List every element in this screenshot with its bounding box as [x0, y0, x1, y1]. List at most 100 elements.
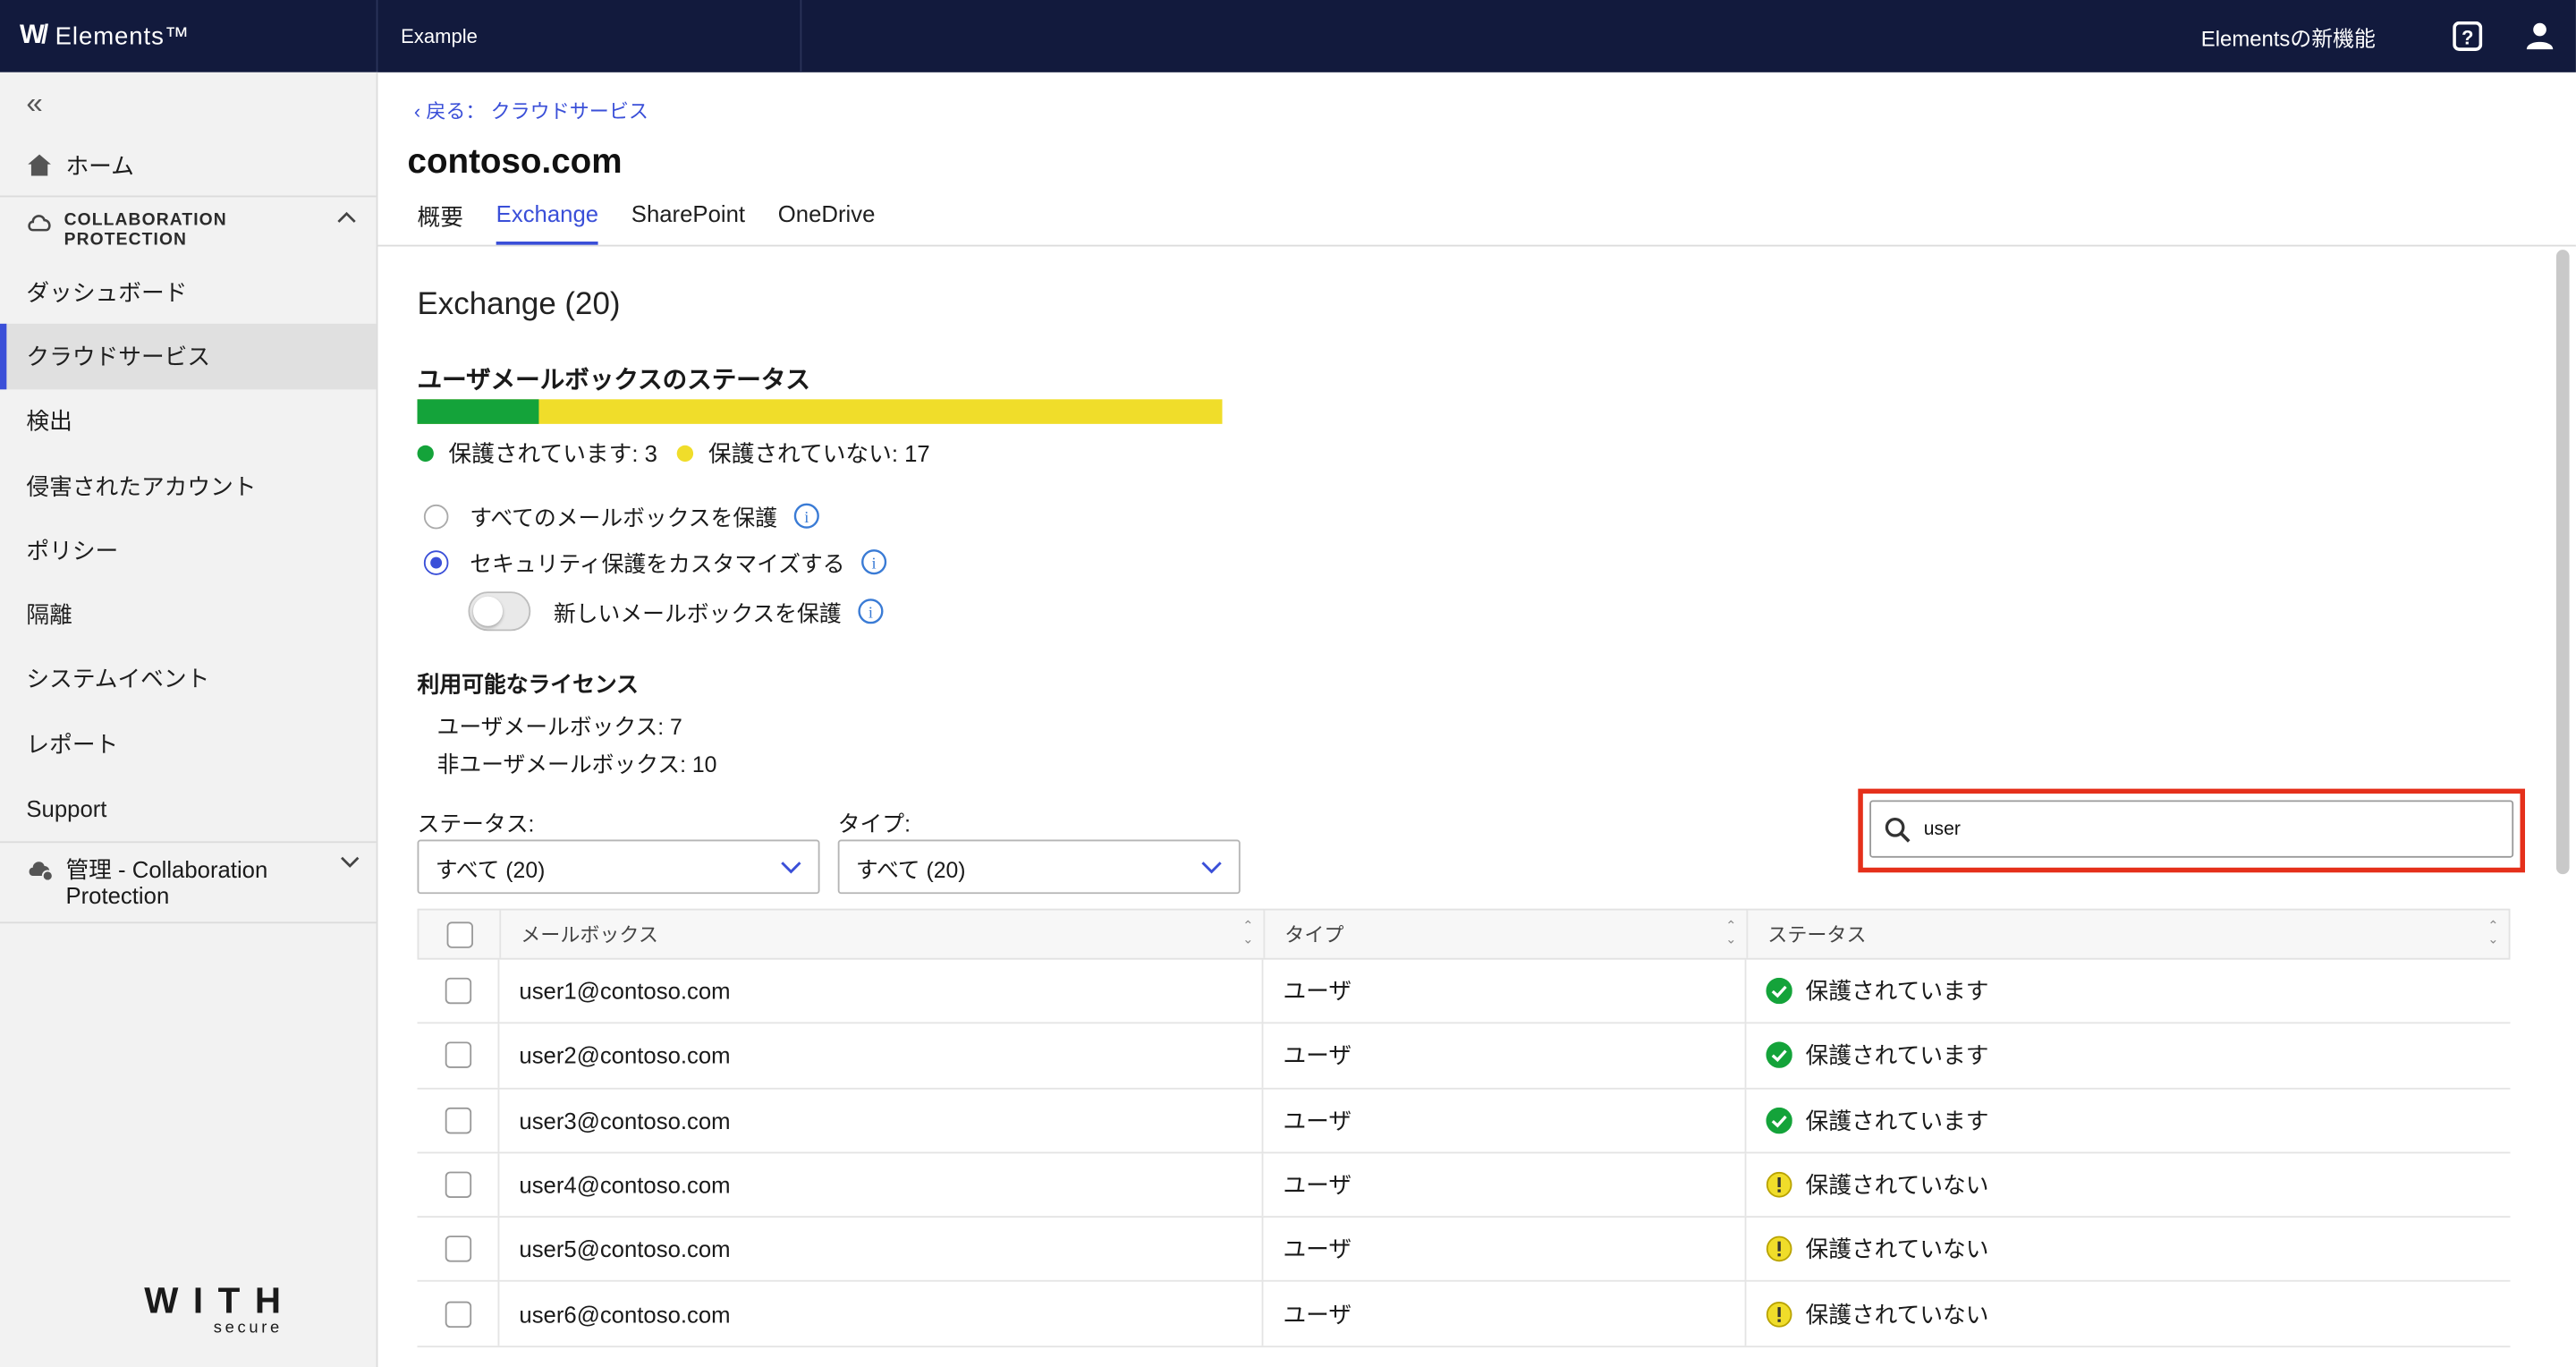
row-checkbox[interactable]	[444, 1042, 471, 1069]
search-input[interactable]	[1923, 819, 2466, 839]
info-icon[interactable]: i	[793, 503, 820, 529]
mailbox-cell: user1@contoso.com	[519, 978, 731, 1005]
legend: 保護されています: 3 保護されていない: 17	[417, 437, 930, 471]
sidebar-item[interactable]: 検出	[0, 389, 377, 454]
tab-bar: 概要 Exchange SharePoint OneDrive	[418, 200, 909, 245]
protected-count: 保護されています: 3	[448, 440, 657, 467]
sidebar-item[interactable]: レポート	[0, 711, 377, 776]
toggle-protect-new[interactable]: 新しいメールボックスを保護 i	[468, 591, 884, 632]
sidebar-item[interactable]: クラウドサービス	[0, 324, 377, 390]
info-icon[interactable]: i	[861, 548, 887, 575]
sidebar-item-label: ホーム	[65, 151, 134, 179]
sidebar-item[interactable]: ダッシュボード	[0, 259, 377, 324]
sidebar-item-label: Support	[26, 794, 107, 822]
radio-customize[interactable]: セキュリティ保護をカスタマイズする i	[423, 546, 887, 579]
back-link[interactable]: ‹ 戻る： クラウドサービス	[414, 97, 648, 124]
collapse-sidebar-icon[interactable]: «	[0, 72, 377, 135]
table-row[interactable]: user3@contoso.com ユーザ 保護されています	[417, 1088, 2511, 1154]
column-label: ステータス	[1767, 923, 1867, 947]
main-content: ‹ 戻る： クラウドサービス contoso.com 概要 Exchange Sha…	[377, 72, 2576, 1367]
help-icon[interactable]: ?	[2431, 0, 2504, 72]
radio-button-selected[interactable]	[423, 549, 449, 574]
sidebar-item-label: レポート	[26, 730, 119, 758]
section-label: 管理 - Collaboration Protection	[65, 855, 268, 909]
sort-icon[interactable]: ⌃ ⌄	[2487, 920, 2498, 947]
type-cell: ユーザ	[1283, 1107, 1352, 1134]
select-all-checkbox[interactable]	[445, 921, 473, 947]
sort-icon[interactable]: ⌃ ⌄	[1242, 920, 1253, 947]
info-icon[interactable]: i	[858, 599, 884, 624]
mailbox-table: メールボックス ⌃ ⌄ タイプ ⌃ ⌄ ステータス ⌃ ⌄ user1@contoso.co…	[417, 908, 2511, 1347]
table-row[interactable]: user2@contoso.com ユーザ 保護されています	[417, 1023, 2511, 1089]
row-checkbox[interactable]	[444, 1300, 471, 1328]
back-link-label: 戻る： クラウドサービス	[426, 100, 648, 123]
cloud-gear-icon	[29, 861, 54, 881]
tab[interactable]: OneDrive	[778, 200, 876, 245]
radio-protect-all[interactable]: すべてのメールボックスを保護 i	[423, 499, 820, 532]
mailbox-cell: user6@contoso.com	[519, 1300, 731, 1328]
sidebar-item[interactable]: 侵害されたアカウント	[0, 454, 377, 518]
sidebar-item-home[interactable]: ホーム	[0, 135, 377, 198]
page-title: contoso.com	[407, 142, 623, 182]
type-filter-select[interactable]: すべて (20)	[837, 839, 1241, 895]
radio-button[interactable]	[423, 503, 449, 529]
table-row[interactable]: user4@contoso.com ユーザ 保護されていない	[417, 1153, 2511, 1218]
toggle-switch[interactable]	[468, 591, 531, 632]
row-checkbox[interactable]	[444, 1235, 471, 1263]
section-collaboration-protection[interactable]: COLLABORATION PROTECTION	[0, 197, 377, 259]
status-title: ユーザメールボックスのステータス	[417, 366, 810, 395]
column-header-type[interactable]: タイプ ⌃ ⌄	[1265, 910, 1749, 958]
tab[interactable]: Exchange	[496, 200, 599, 245]
status-cell: 保護されていない	[1805, 1300, 1989, 1328]
table-body: user1@contoso.com ユーザ 保護されています user2@contos…	[417, 959, 2511, 1347]
select-value: すべて (20)	[855, 856, 966, 882]
type-cell: ユーザ	[1283, 1235, 1352, 1263]
chevron-down-icon	[1201, 861, 1222, 873]
sidebar-item[interactable]: Support	[0, 777, 377, 841]
radio-label: すべてのメールボックスを保護	[470, 505, 777, 531]
column-label: メールボックス	[521, 923, 658, 947]
check-circle-icon	[1766, 1107, 1792, 1134]
section-management[interactable]: 管理 - Collaboration Protection	[0, 840, 377, 923]
withsecure-logo: WITH secure	[86, 1280, 296, 1337]
table-row[interactable]: user5@contoso.com ユーザ 保護されていない	[417, 1218, 2511, 1283]
protected-fill	[417, 399, 538, 424]
type-cell: ユーザ	[1283, 978, 1352, 1005]
page-header: ‹ 戻る： クラウドサービス contoso.com 概要 Exchange Sha…	[377, 72, 2576, 247]
user-icon[interactable]	[2504, 0, 2576, 72]
sidebar-item-label: ダッシュボード	[26, 278, 188, 305]
type-cell: ユーザ	[1283, 1300, 1352, 1328]
sidebar-item[interactable]: システムイベント	[0, 647, 377, 711]
status-filter-select[interactable]: すべて (20)	[417, 839, 820, 895]
tab[interactable]: SharePoint	[631, 200, 745, 245]
toggle-label: 新しいメールボックスを保護	[553, 601, 842, 626]
row-checkbox[interactable]	[444, 978, 471, 1005]
section-heading: Exchange (20)	[417, 287, 621, 322]
table-row[interactable]: user1@contoso.com ユーザ 保護されています	[417, 959, 2511, 1024]
column-label: タイプ	[1284, 923, 1344, 947]
top-bar: W/ Elements™ Example Elementsの新機能 ?	[0, 0, 2576, 72]
check-circle-icon	[1766, 978, 1792, 1005]
column-header-status[interactable]: ステータス ⌃ ⌄	[1748, 911, 2508, 958]
row-checkbox[interactable]	[444, 1171, 471, 1199]
column-header-mailbox[interactable]: メールボックス ⌃ ⌄	[501, 910, 1266, 958]
scrollbar[interactable]	[2555, 250, 2570, 875]
sidebar-item-label: 隔離	[26, 601, 72, 628]
table-row[interactable]: user6@contoso.com ユーザ 保護されていない	[417, 1282, 2511, 1347]
type-cell: ユーザ	[1283, 1042, 1352, 1069]
sort-icon[interactable]: ⌃ ⌄	[1725, 920, 1736, 947]
section-label: COLLABORATION PROTECTION	[64, 210, 227, 250]
brand[interactable]: W/ Elements™	[0, 0, 378, 72]
sidebar-item[interactable]: ポリシー	[0, 518, 377, 582]
check-circle-icon	[1766, 1042, 1792, 1069]
protection-progress-bar	[417, 399, 1223, 424]
search-box[interactable]	[1869, 800, 2514, 858]
whats-new-link[interactable]: Elementsの新機能	[2201, 21, 2376, 52]
row-checkbox[interactable]	[444, 1107, 471, 1134]
sidebar: « ホーム COLLABORATION PROTECTION ダッシュボードクラ…	[0, 72, 378, 1367]
mailbox-cell: user5@contoso.com	[519, 1235, 731, 1263]
sidebar-item[interactable]: 隔離	[0, 582, 377, 647]
home-icon	[28, 154, 51, 176]
organization-selector[interactable]: Example	[377, 0, 802, 72]
tab[interactable]: 概要	[418, 200, 463, 245]
